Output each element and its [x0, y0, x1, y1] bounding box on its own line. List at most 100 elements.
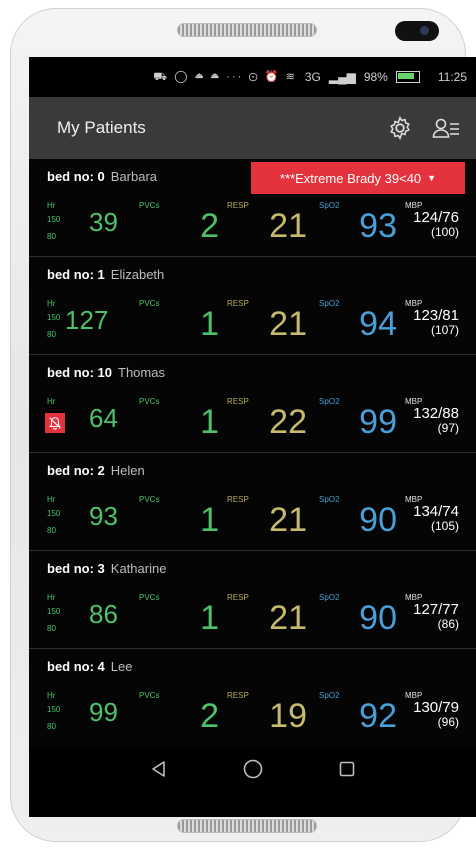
hr-low-limit: 80 — [47, 624, 56, 633]
mbp-systolic-diastolic: 123/81 — [413, 307, 459, 324]
resp-label: RESP — [227, 593, 249, 602]
patient-row[interactable]: bed no: 10 Thomas Hr 64 PVCs 1 RESP 22 Sp… — [29, 355, 476, 453]
alarm-text: ***Extreme Brady 39<40 — [279, 170, 422, 186]
alarm-banner[interactable]: ***Extreme Brady 39<40 ▼ — [251, 162, 465, 194]
patients-menu-button[interactable] — [429, 111, 463, 145]
hr-label: Hr — [47, 691, 56, 700]
hr-label: Hr — [47, 397, 56, 406]
spo2-value: 93 — [359, 207, 397, 245]
bell-off-icon — [49, 417, 61, 430]
mbp-systolic-diastolic: 127/77 — [413, 601, 459, 618]
bed-number: bed no: 0 — [47, 169, 105, 184]
hr-low-limit: 80 — [47, 526, 56, 535]
pvcs-value: 1 — [200, 403, 219, 441]
patient-name: Katharine — [110, 561, 167, 576]
recents-button[interactable] — [330, 752, 364, 786]
signal-icon: ▂▄▆ — [328, 70, 356, 84]
hr-high-limit: 150 — [47, 607, 61, 616]
hr-label: Hr — [47, 201, 56, 210]
hr-low-limit: 80 — [47, 330, 56, 339]
app-bar: My Patients — [29, 97, 476, 159]
battery-percent: 98% — [363, 70, 388, 84]
spo2-label: SpO2 — [319, 397, 340, 406]
signal-type: 3G — [304, 70, 321, 84]
patient-row[interactable]: bed no: 3 Katharine Hr 150 80 86 PVCs 1 R… — [29, 551, 476, 649]
mbp-systolic-diastolic: 132/88 — [413, 405, 459, 422]
resp-value: 22 — [269, 403, 307, 441]
spo2-label: SpO2 — [319, 593, 340, 602]
mbp-mean: (105) — [430, 519, 459, 533]
hr-value: 93 — [89, 501, 118, 531]
pvcs-label: PVCs — [139, 691, 160, 700]
hr-label: Hr — [47, 299, 56, 308]
hr-value: 127 — [65, 305, 109, 335]
hr-value: 64 — [89, 403, 118, 433]
pvcs-value: 2 — [200, 697, 219, 735]
mbp-value: 124/76 (100) — [413, 210, 459, 239]
pvcs-label: PVCs — [139, 397, 160, 406]
mbp-value: 130/79 (96) — [413, 699, 459, 729]
pvcs-value: 1 — [200, 305, 219, 343]
hr-label: Hr — [47, 593, 56, 602]
resp-label: RESP — [227, 691, 249, 700]
recents-square-icon — [339, 761, 355, 777]
patient-row[interactable]: bed no: 0 Barbara ***Extreme Brady 39<40 … — [29, 159, 476, 257]
spo2-value: 92 — [359, 697, 397, 735]
bed-number: bed no: 4 — [47, 659, 105, 674]
spo2-label: SpO2 — [319, 691, 340, 700]
phone-frame: ⛟ ◯ ☁ ☁ ··· ⊙ ⏰ ≋ 3G ▂▄▆ 98% 11:25 My Pa… — [10, 8, 476, 842]
spo2-label: SpO2 — [319, 201, 340, 210]
mbp-value: 134/74 (105) — [413, 504, 459, 533]
spo2-value: 90 — [359, 599, 397, 637]
patient-name: Lee — [110, 659, 133, 674]
mbp-mean: (107) — [430, 323, 459, 337]
mbp-value: 123/81 (107) — [413, 307, 459, 337]
notification-icons: ⛟ ◯ ☁ ☁ ··· ⊙ ⏰ ≋ — [153, 70, 297, 83]
alarm-off-indicator[interactable] — [45, 413, 65, 433]
patient-row[interactable]: bed no: 1 Elizabeth Hr 150 80 127 PVCs 1 … — [29, 257, 476, 355]
resp-label: RESP — [227, 495, 249, 504]
android-nav-bar — [29, 745, 476, 793]
hr-high-limit: 150 — [47, 313, 61, 322]
hr-value: 39 — [89, 207, 118, 237]
mbp-mean: (96) — [437, 715, 459, 729]
pvcs-label: PVCs — [139, 201, 160, 210]
bottom-speaker — [177, 819, 317, 833]
resp-label: RESP — [227, 397, 249, 406]
spo2-label: SpO2 — [319, 299, 340, 308]
user-list-icon — [432, 118, 459, 138]
home-button[interactable] — [236, 752, 270, 786]
spo2-value: 99 — [359, 403, 397, 441]
resp-label: RESP — [227, 299, 249, 308]
status-bar: ⛟ ◯ ☁ ☁ ··· ⊙ ⏰ ≋ 3G ▂▄▆ 98% 11:25 — [29, 57, 476, 97]
hr-high-limit: 150 — [47, 705, 61, 714]
mbp-mean: (100) — [430, 225, 459, 239]
mbp-mean: (86) — [437, 617, 459, 631]
back-button[interactable] — [142, 752, 176, 786]
resp-value: 21 — [269, 599, 307, 637]
mbp-mean: (97) — [437, 421, 459, 435]
bed-number: bed no: 2 — [47, 463, 105, 478]
mbp-value: 127/77 (86) — [413, 601, 459, 631]
resp-value: 21 — [269, 501, 307, 539]
row-header: bed no: 2 Helen — [47, 463, 145, 478]
dropdown-caret-icon: ▼ — [427, 173, 437, 183]
settings-button[interactable] — [383, 111, 417, 145]
hr-low-limit: 80 — [47, 722, 56, 731]
page-title: My Patients — [57, 118, 146, 137]
top-speaker — [177, 23, 317, 37]
patient-name: Helen — [110, 463, 145, 478]
hr-high-limit: 150 — [47, 215, 61, 224]
row-header: bed no: 4 Lee — [47, 659, 132, 674]
row-header: bed no: 0 Barbara — [47, 169, 157, 184]
mbp-value: 132/88 (97) — [413, 405, 459, 435]
hr-value: 99 — [89, 697, 118, 727]
pvcs-value: 1 — [200, 501, 219, 539]
pvcs-label: PVCs — [139, 495, 160, 504]
patient-row[interactable]: bed no: 2 Helen Hr 150 80 93 PVCs 1 RESP … — [29, 453, 476, 551]
mbp-systolic-diastolic: 130/79 — [413, 699, 459, 716]
patient-row[interactable]: bed no: 4 Lee Hr 150 80 99 PVCs 2 RESP 19… — [29, 649, 476, 747]
front-camera — [395, 21, 439, 41]
spo2-label: SpO2 — [319, 495, 340, 504]
hr-label: Hr — [47, 495, 56, 504]
